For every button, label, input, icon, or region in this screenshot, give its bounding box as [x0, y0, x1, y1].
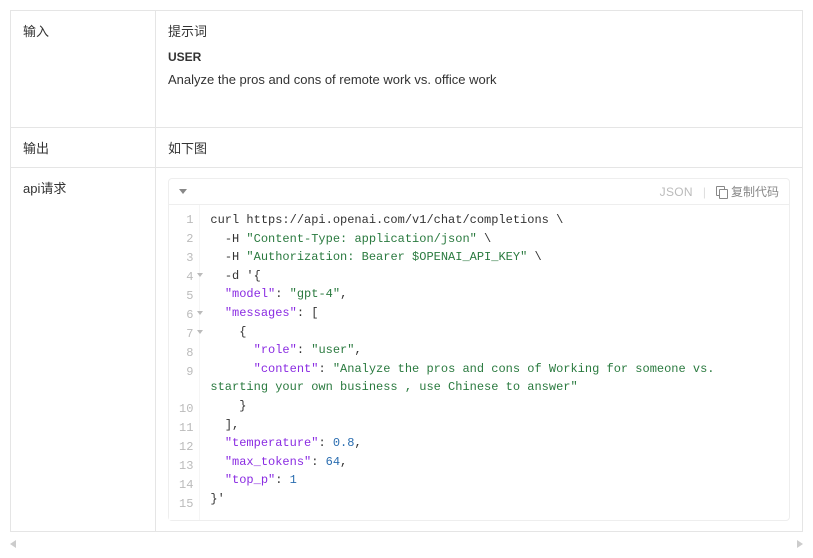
code-content[interactable]: curl https://api.openai.com/v1/chat/comp…	[200, 205, 789, 520]
row-output-content: 如下图	[156, 128, 802, 167]
row-api: api请求 JSON | 复制代码	[11, 168, 802, 531]
chevron-down-icon[interactable]	[179, 189, 187, 194]
copy-code-button[interactable]: 复制代码	[716, 183, 779, 200]
copy-code-label: 复制代码	[731, 183, 779, 200]
code-block: JSON | 复制代码 1 2 3 4 5 6 7 8 910111213141…	[168, 178, 790, 521]
role-label: USER	[168, 50, 790, 64]
row-api-content: JSON | 复制代码 1 2 3 4 5 6 7 8 910111213141…	[156, 168, 802, 531]
info-table: 输入 提示词 USER Analyze the pros and cons of…	[10, 10, 803, 532]
row-input-content: 提示词 USER Analyze the pros and cons of re…	[156, 11, 802, 127]
code-gutter: 1 2 3 4 5 6 7 8 9101112131415	[169, 205, 200, 520]
row-api-label: api请求	[11, 168, 156, 531]
toolbar-left	[179, 189, 193, 194]
prompt-text: Analyze the pros and cons of remote work…	[168, 72, 790, 87]
row-input: 输入 提示词 USER Analyze the pros and cons of…	[11, 11, 802, 128]
row-output-label: 输出	[11, 128, 156, 167]
code-toolbar: JSON | 复制代码	[169, 179, 789, 205]
copy-icon	[716, 186, 727, 197]
toolbar-right: JSON | 复制代码	[660, 183, 779, 200]
row-input-label: 输入	[11, 11, 156, 127]
horizontal-scrollbar[interactable]	[10, 538, 803, 548]
code-body: 1 2 3 4 5 6 7 8 9101112131415 curl https…	[169, 205, 789, 520]
code-language-tag: JSON	[660, 185, 693, 199]
row-output: 输出 如下图	[11, 128, 802, 168]
prompt-heading: 提示词	[168, 21, 790, 40]
toolbar-separator: |	[703, 185, 706, 199]
